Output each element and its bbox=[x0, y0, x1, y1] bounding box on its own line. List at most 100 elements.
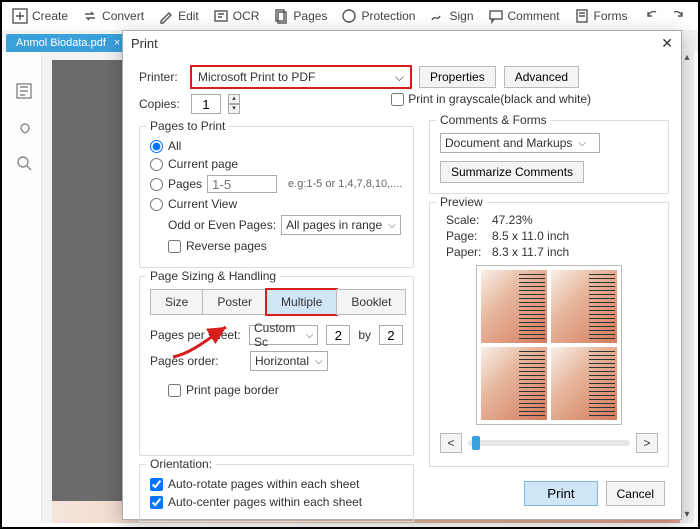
thumbnails-icon[interactable] bbox=[15, 82, 33, 100]
order-row: Pages order: Horizontal bbox=[150, 351, 403, 371]
tab-poster[interactable]: Poster bbox=[202, 289, 267, 315]
print-border-checkbox[interactable]: Print page border bbox=[168, 383, 403, 397]
preview-prev-button[interactable]: < bbox=[440, 433, 462, 453]
advanced-button[interactable]: Advanced bbox=[504, 66, 579, 88]
search-icon[interactable] bbox=[15, 154, 33, 172]
odd-even-select[interactable]: All pages in range bbox=[281, 215, 401, 235]
tb-sign[interactable]: Sign bbox=[423, 6, 479, 26]
comments-group: Comments & Forms Document and Markups Su… bbox=[429, 120, 669, 194]
plus-icon bbox=[12, 8, 28, 24]
close-icon[interactable]: ✕ bbox=[661, 35, 673, 52]
tb-label: Edit bbox=[178, 9, 199, 23]
preview-page-3 bbox=[481, 347, 547, 420]
preview-pager: < > bbox=[440, 433, 658, 453]
preview-thumbnail bbox=[476, 265, 622, 425]
preview-page-1 bbox=[481, 270, 547, 343]
order-select[interactable]: Horizontal bbox=[250, 351, 328, 371]
comments-legend: Comments & Forms bbox=[436, 113, 551, 127]
dialog-titlebar: Print ✕ bbox=[123, 31, 681, 56]
radio-all[interactable]: All bbox=[150, 139, 403, 153]
tb-label: Pages bbox=[293, 9, 327, 23]
left-sidebar bbox=[6, 52, 42, 523]
order-label: Pages order: bbox=[150, 354, 242, 368]
preview-paper: 8.3 x 11.7 inch bbox=[492, 245, 569, 259]
print-dialog: Print ✕ Printer: Microsoft Print to PDF … bbox=[122, 30, 682, 520]
pages-to-print-group: Pages to Print All Current page Pages e.… bbox=[139, 126, 414, 268]
pps-rows-input[interactable] bbox=[379, 325, 403, 345]
tab-booklet[interactable]: Booklet bbox=[336, 289, 406, 315]
preview-scale: 47.23% bbox=[492, 213, 533, 227]
tb-create[interactable]: Create bbox=[6, 6, 74, 26]
pps-by: by bbox=[358, 328, 371, 342]
tb-ocr[interactable]: OCR bbox=[207, 6, 266, 26]
sizing-group: Page Sizing & Handling Size Poster Multi… bbox=[139, 276, 414, 456]
scroll-down-icon[interactable]: ▾ bbox=[682, 509, 692, 523]
printer-select[interactable]: Microsoft Print to PDF ⌵ bbox=[191, 66, 411, 88]
tb-comment[interactable]: Comment bbox=[482, 6, 566, 26]
preview-page-2 bbox=[551, 270, 617, 343]
tb-edit[interactable]: Edit bbox=[152, 6, 205, 26]
convert-icon bbox=[82, 8, 98, 24]
vertical-scrollbar[interactable]: ▴ ▾ bbox=[680, 52, 694, 523]
print-button[interactable]: Print bbox=[524, 481, 597, 506]
copies-spinner[interactable]: ▴▾ bbox=[228, 94, 240, 114]
comment-icon bbox=[488, 8, 504, 24]
shield-icon bbox=[341, 8, 357, 24]
tb-label: Sign bbox=[449, 9, 473, 23]
pps-cols-input[interactable] bbox=[326, 325, 350, 345]
app-toolbar: Create Convert Edit OCR Pages Protection… bbox=[2, 2, 698, 30]
cancel-button[interactable]: Cancel bbox=[606, 481, 665, 506]
redo-icon[interactable] bbox=[670, 8, 686, 24]
copies-input[interactable] bbox=[191, 94, 221, 114]
attachments-icon[interactable] bbox=[15, 118, 33, 136]
pages-hint: e.g:1-5 or 1,4,7,8,10,.... bbox=[288, 178, 402, 190]
tb-label: OCR bbox=[233, 9, 260, 23]
sizing-tabs: Size Poster Multiple Booklet bbox=[150, 289, 403, 315]
pps-row: Pages per sheet: Custom Sc by bbox=[150, 325, 403, 345]
pages-icon bbox=[273, 8, 289, 24]
scroll-up-icon[interactable]: ▴ bbox=[682, 52, 692, 66]
comments-select[interactable]: Document and Markups bbox=[440, 133, 600, 153]
preview-page: 8.5 x 11.0 inch bbox=[492, 229, 569, 243]
printer-row: Printer: Microsoft Print to PDF ⌵ Proper… bbox=[139, 66, 669, 88]
preview-page-4 bbox=[551, 347, 617, 420]
radio-pages[interactable]: Pages e.g:1-5 or 1,4,7,8,10,.... bbox=[150, 175, 403, 193]
preview-slider[interactable] bbox=[468, 440, 630, 446]
tb-pages[interactable]: Pages bbox=[267, 6, 333, 26]
close-tab-icon[interactable]: × bbox=[114, 37, 120, 49]
printer-label: Printer: bbox=[139, 70, 183, 84]
right-column: Comments & Forms Document and Markups Su… bbox=[429, 120, 669, 467]
radio-current-page[interactable]: Current page bbox=[150, 157, 403, 171]
orientation-legend: Orientation: bbox=[146, 457, 216, 471]
tb-forms[interactable]: Forms bbox=[568, 6, 634, 26]
properties-button[interactable]: Properties bbox=[419, 66, 496, 88]
file-tab[interactable]: Anmol Biodata.pdf × bbox=[6, 34, 130, 52]
pages-range-input[interactable] bbox=[207, 175, 277, 193]
auto-rotate-checkbox[interactable]: Auto-rotate pages within each sheet bbox=[150, 477, 403, 491]
tb-label: Create bbox=[32, 9, 68, 23]
tb-label: Convert bbox=[102, 9, 144, 23]
preview-slider-handle[interactable] bbox=[472, 436, 480, 450]
printer-value: Microsoft Print to PDF bbox=[198, 70, 315, 84]
file-tab-label: Anmol Biodata.pdf bbox=[16, 37, 106, 49]
grayscale-checkbox[interactable]: Print in grayscale(black and white) bbox=[391, 92, 591, 106]
ocr-icon bbox=[213, 8, 229, 24]
radio-current-view[interactable]: Current View bbox=[150, 197, 403, 211]
auto-center-checkbox[interactable]: Auto-center pages within each sheet bbox=[150, 495, 403, 509]
sign-icon bbox=[429, 8, 445, 24]
undo-icon[interactable] bbox=[644, 8, 660, 24]
orientation-group: Orientation: Auto-rotate pages within ea… bbox=[139, 464, 414, 522]
preview-next-button[interactable]: > bbox=[636, 433, 658, 453]
tab-multiple[interactable]: Multiple bbox=[266, 289, 337, 315]
preview-group: Preview Scale:47.23% Page:8.5 x 11.0 inc… bbox=[429, 202, 669, 467]
pps-mode-select[interactable]: Custom Sc bbox=[249, 325, 318, 345]
preview-legend: Preview bbox=[436, 195, 487, 209]
tb-protection[interactable]: Protection bbox=[335, 6, 421, 26]
tab-size[interactable]: Size bbox=[150, 289, 203, 315]
grayscale-label: Print in grayscale(black and white) bbox=[408, 92, 591, 106]
dialog-title: Print bbox=[131, 36, 158, 51]
reverse-checkbox[interactable]: Reverse pages bbox=[168, 239, 403, 253]
tb-convert[interactable]: Convert bbox=[76, 6, 150, 26]
odd-even-row: Odd or Even Pages: All pages in range bbox=[168, 215, 403, 235]
summarize-button[interactable]: Summarize Comments bbox=[440, 161, 584, 183]
